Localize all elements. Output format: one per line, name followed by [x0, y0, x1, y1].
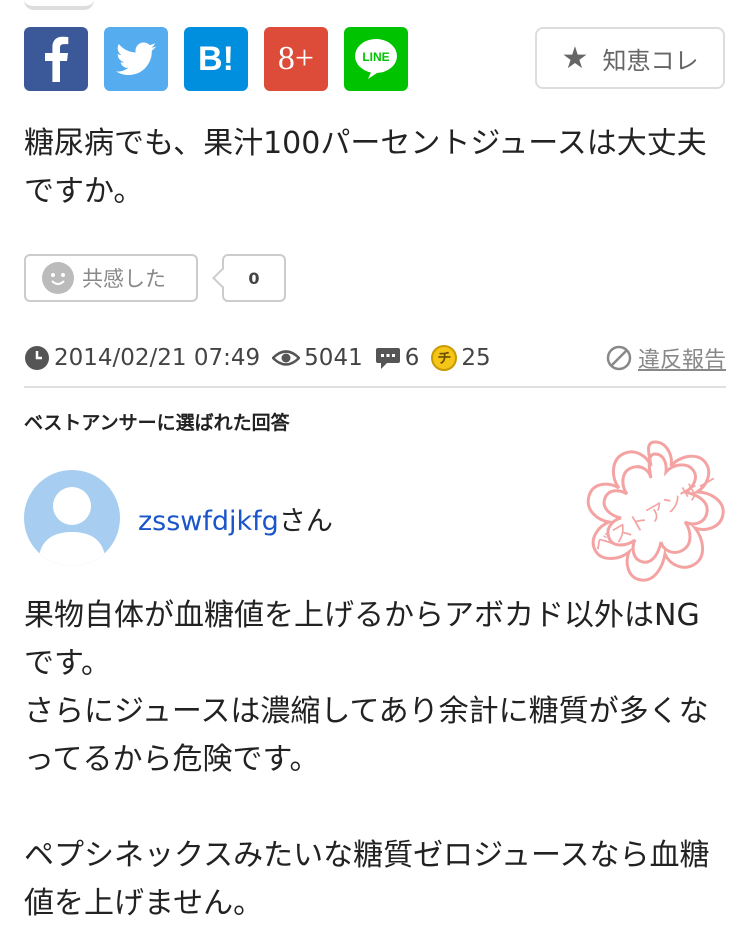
header-edge [24, 0, 94, 10]
smile-icon [42, 262, 74, 294]
user-name: zsswfdjkfgさん [138, 499, 333, 538]
line-share-button[interactable]: LINE [344, 27, 408, 91]
coin-count: チ 25 [431, 345, 491, 371]
google-plus-share-button[interactable]: 8+ [264, 27, 328, 91]
twitter-share-button[interactable] [104, 27, 168, 91]
clock-icon [25, 346, 49, 370]
empathy-row: 共感した 0 [24, 254, 286, 302]
empathy-label: 共感した [82, 267, 166, 291]
user-name-suffix: さん [278, 505, 333, 537]
hatena-bookmark-icon: B! [198, 39, 234, 78]
page: B! 8+ LINE ★ 知恵コレ 糖尿病でも、果汁100パーセントジュースは大… [0, 0, 749, 936]
question-text: 糖尿病でも、果汁100パーセントジュースは大丈夫ですか。 [24, 126, 707, 209]
facebook-share-button[interactable] [24, 27, 88, 91]
view-count: 5041 [272, 345, 363, 371]
comment-icon [375, 348, 400, 369]
twitter-icon [116, 42, 156, 75]
coin-icon: チ [431, 345, 458, 371]
user-name-link[interactable]: zsswfdjkfg [138, 506, 279, 537]
facebook-icon [45, 36, 69, 82]
google-plus-icon: 8+ [277, 40, 315, 77]
answer-count: 6 [375, 345, 420, 371]
line-icon: LINE [355, 39, 397, 79]
divider [24, 386, 726, 388]
svg-text:LINE: LINE [362, 50, 389, 64]
answer-count-text: 6 [404, 345, 420, 371]
best-answer-stamp: ベストアンサー [586, 440, 725, 582]
answerer: zsswfdjkfgさん [24, 470, 333, 566]
answer-text: 果物自体が血糖値を上げるからアボカド以外はNGです。 さらにジュースは濃縮してあ… [24, 598, 710, 921]
datetime: 2014/02/21 07:49 [24, 345, 260, 371]
prohibit-icon [606, 345, 632, 371]
report-link[interactable]: 違反報告 [606, 340, 726, 376]
hatena-bookmark-button[interactable]: B! [184, 27, 248, 91]
best-answer-heading: ベストアンサーに選ばれた回答 [24, 412, 290, 434]
star-icon: ★ [561, 40, 589, 76]
chie-kore-button[interactable]: ★ 知恵コレ [535, 27, 725, 89]
avatar[interactable] [24, 470, 120, 566]
default-user-icon [38, 487, 106, 566]
view-count-text: 5041 [304, 345, 363, 371]
empathy-count: 0 [222, 254, 286, 302]
empathy-button[interactable]: 共感した [24, 254, 198, 302]
report-label: 違反報告 [637, 348, 726, 373]
coin-count-text: 25 [461, 345, 491, 371]
chie-kore-label: 知恵コレ [602, 46, 699, 75]
share-buttons: B! 8+ LINE [24, 27, 408, 91]
datetime-text: 2014/02/21 07:49 [54, 345, 261, 371]
eye-icon [272, 350, 301, 366]
question-meta: 2014/02/21 07:49 5041 6 チ 25 違反報告 [24, 340, 726, 376]
